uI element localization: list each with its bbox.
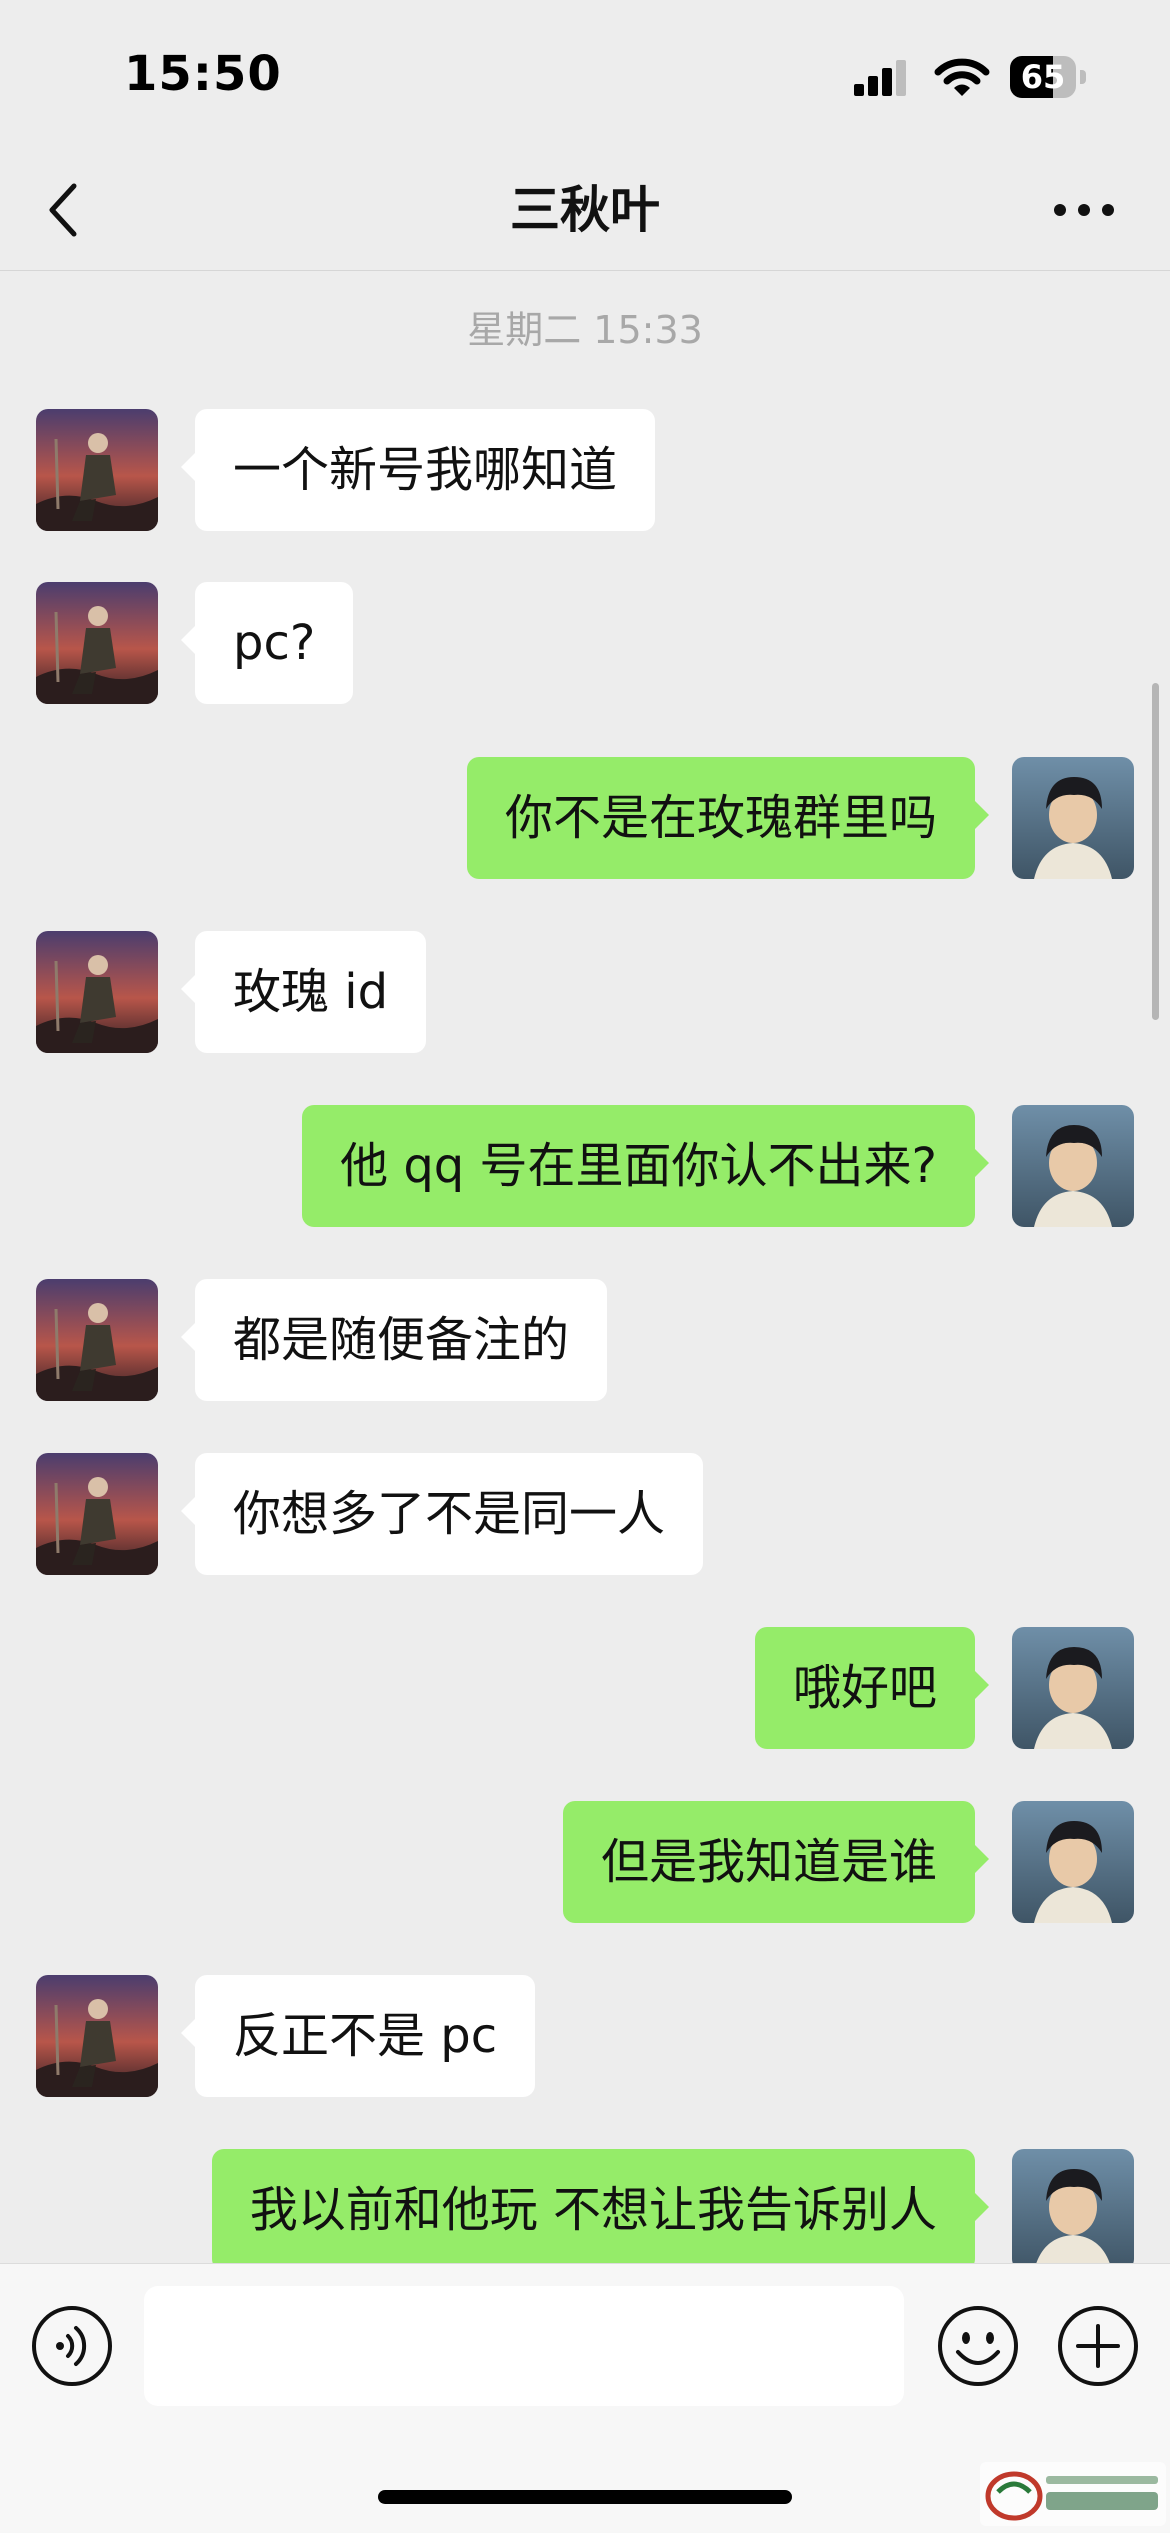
contact-avatar[interactable]	[36, 1975, 158, 2097]
message-outgoing: 哦好吧	[0, 1627, 1170, 1751]
emoji-icon[interactable]	[936, 2304, 1020, 2388]
message-bubble[interactable]: 你想多了不是同一人	[180, 1453, 704, 1575]
message-incoming: 一个新号我哪知道	[0, 409, 1170, 533]
status-time: 15:50	[124, 46, 282, 102]
voice-input-icon[interactable]	[30, 2304, 114, 2388]
battery-level: 65	[1020, 58, 1066, 96]
contact-avatar[interactable]	[36, 1279, 158, 1401]
message-bubble[interactable]: pc?	[180, 582, 354, 704]
contact-avatar[interactable]	[36, 582, 158, 704]
back-chevron-icon[interactable]	[44, 178, 84, 242]
chat-title: 三秋叶	[510, 181, 660, 239]
contact-avatar[interactable]	[36, 409, 158, 531]
my-avatar[interactable]	[1012, 1801, 1134, 1923]
my-avatar[interactable]	[1012, 2149, 1134, 2263]
message-incoming: 你想多了不是同一人	[0, 1453, 1170, 1577]
scrollbar[interactable]	[1152, 683, 1159, 1020]
status-bar: 15:50 65	[0, 0, 1170, 150]
my-avatar[interactable]	[1012, 757, 1134, 879]
message-outgoing: 我以前和他玩 不想让我告诉别人	[0, 2149, 1170, 2263]
contact-avatar[interactable]	[36, 1453, 158, 1575]
contact-avatar[interactable]	[36, 931, 158, 1053]
message-bubble[interactable]: 你不是在玫瑰群里吗	[466, 757, 990, 879]
message-outgoing: 你不是在玫瑰群里吗	[0, 757, 1170, 881]
navigation-bar: 三秋叶	[0, 150, 1170, 271]
message-timestamp: 星期二 15:33	[467, 308, 703, 352]
message-bubble[interactable]: 玫瑰 id	[180, 931, 427, 1053]
battery-icon: 65	[1010, 56, 1086, 98]
message-outgoing: 但是我知道是谁	[0, 1801, 1170, 1925]
more-options-icon[interactable]	[1052, 196, 1116, 224]
home-indicator[interactable]	[378, 2490, 792, 2504]
message-bubble[interactable]: 一个新号我哪知道	[180, 409, 656, 531]
message-outgoing: 他 qq 号在里面你认不出来?	[0, 1105, 1170, 1229]
my-avatar[interactable]	[1012, 1105, 1134, 1227]
cellular-signal-icon	[854, 60, 906, 96]
add-plus-icon[interactable]	[1056, 2304, 1140, 2388]
message-bubble[interactable]: 都是随便备注的	[180, 1279, 608, 1401]
message-list[interactable]: 星期二 15:33 一个新号我哪知道 pc? 你不是在玫瑰群里吗 玫瑰 id 他…	[0, 271, 1170, 2263]
message-incoming: pc?	[0, 582, 1170, 706]
watermark-logo	[980, 2462, 1166, 2526]
message-incoming: 反正不是 pc	[0, 1975, 1170, 2099]
message-bubble[interactable]: 反正不是 pc	[180, 1975, 536, 2097]
message-bubble[interactable]: 但是我知道是谁	[562, 1801, 990, 1923]
message-bubble[interactable]: 我以前和他玩 不想让我告诉别人	[211, 2149, 990, 2263]
message-incoming: 玫瑰 id	[0, 931, 1170, 1055]
my-avatar[interactable]	[1012, 1627, 1134, 1749]
wifi-icon	[934, 58, 990, 96]
message-input[interactable]	[144, 2286, 904, 2406]
message-bubble[interactable]: 他 qq 号在里面你认不出来?	[302, 1105, 989, 1227]
message-bubble[interactable]: 哦好吧	[754, 1627, 990, 1749]
message-incoming: 都是随便备注的	[0, 1279, 1170, 1403]
